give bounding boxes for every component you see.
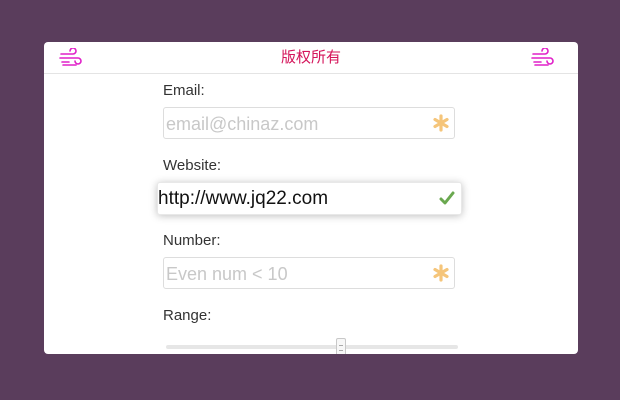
number-placeholder: Even num < 10	[166, 264, 288, 284]
copyright-title: 版权所有	[280, 48, 341, 66]
check-icon	[439, 191, 455, 205]
website-field[interactable]: http://www.jq22.com	[157, 182, 462, 215]
asterisk-icon	[433, 114, 449, 132]
card-header: 版权所有	[44, 42, 578, 74]
asterisk-icon	[433, 264, 449, 282]
range-label: Range:	[163, 307, 212, 324]
email-field[interactable]: email@chinaz.com	[163, 107, 455, 139]
website-value: http://www.jq22.com	[158, 188, 329, 209]
range-slider-track[interactable]	[166, 345, 458, 349]
email-placeholder: email@chinaz.com	[166, 114, 319, 134]
number-label: Number:	[163, 232, 221, 249]
website-label: Website:	[163, 157, 222, 174]
number-field[interactable]: Even num < 10	[163, 257, 455, 289]
form-card: 版权所有 Email: email@chinaz.com Website: ht…	[44, 42, 578, 354]
range-slider-thumb[interactable]	[336, 338, 346, 354]
email-label: Email:	[163, 82, 205, 99]
wind-icon	[531, 48, 554, 66]
